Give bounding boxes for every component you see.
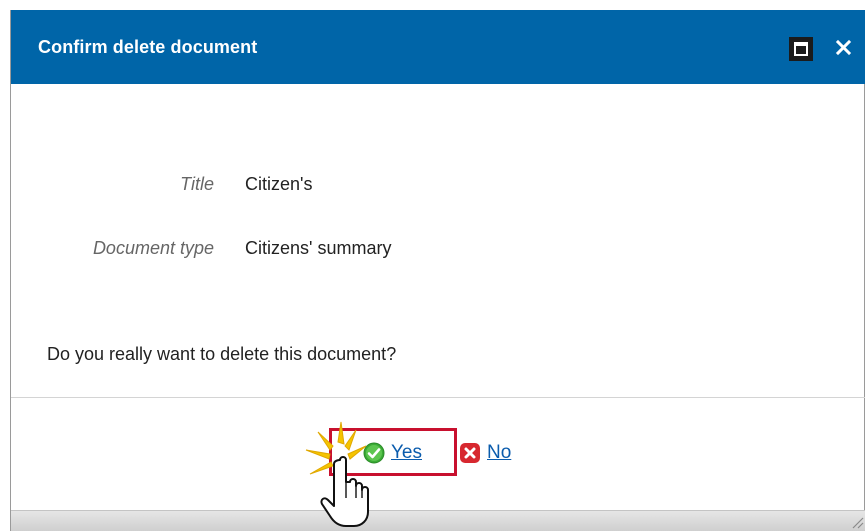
- close-icon: [835, 39, 852, 56]
- footer-divider: [11, 397, 865, 398]
- close-button[interactable]: [833, 37, 855, 59]
- dialog-bottom-bar: [11, 510, 865, 531]
- dialog-title: Confirm delete document: [38, 37, 258, 57]
- title-field-value: Citizen's: [245, 174, 313, 194]
- no-button[interactable]: No: [459, 440, 511, 466]
- document-type-field-value: Citizens' summary: [245, 238, 392, 258]
- confirmation-question: Do you really want to delete this docume…: [47, 344, 397, 364]
- title-field-label: Title: [180, 174, 214, 194]
- maximize-icon: [794, 42, 808, 56]
- x-square-icon: [460, 443, 480, 463]
- resize-grip-icon[interactable]: [850, 515, 864, 529]
- dialog-titlebar[interactable]: Confirm delete document: [11, 10, 865, 84]
- yes-highlight-box: [329, 428, 457, 476]
- no-link[interactable]: No: [487, 442, 511, 464]
- maximize-button[interactable]: [789, 37, 813, 61]
- document-type-field-label: Document type: [92, 238, 214, 258]
- confirm-delete-dialog: Confirm delete document Title Citizen's …: [10, 10, 865, 531]
